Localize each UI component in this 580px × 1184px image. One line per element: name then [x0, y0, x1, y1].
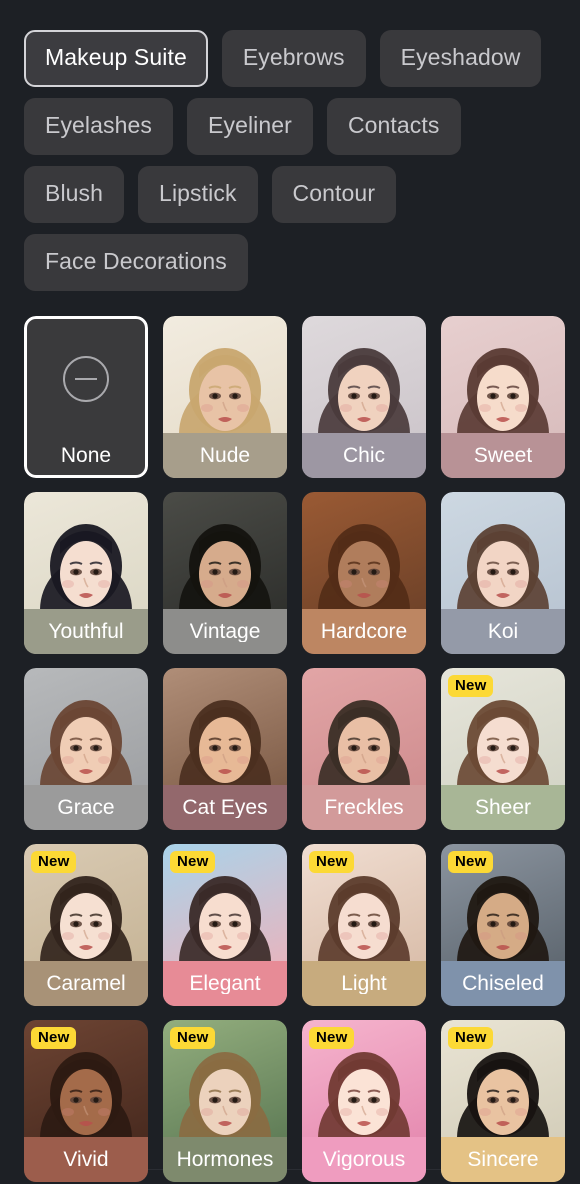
preset-label: Chiseled [462, 973, 544, 994]
preset-label-band: Caramel [24, 961, 148, 1006]
new-badge: New [170, 851, 216, 873]
preset-label-band: Hardcore [302, 609, 426, 654]
preset-label-band: Sincere [441, 1137, 565, 1182]
preset-label-band: Hormones [163, 1137, 287, 1182]
preset-label-band: Vivid [24, 1137, 148, 1182]
preset-tile-youthful[interactable]: Youthful [24, 492, 148, 654]
category-row: Face Decorations [24, 234, 556, 291]
preset-label: Caramel [46, 973, 126, 994]
preset-tile-cat-eyes[interactable]: Cat Eyes [163, 668, 287, 830]
category-row: Makeup Suite Eyebrows Eyeshadow [24, 30, 556, 87]
preset-label: Hormones [176, 1149, 274, 1170]
preset-label: Sincere [467, 1149, 539, 1170]
preset-tile-none[interactable]: None [24, 316, 148, 478]
category-tab-bar: Makeup Suite Eyebrows Eyeshadow Eyelashes Ey… [0, 0, 580, 291]
category-row: Eyelashes Eyeliner Contacts [24, 98, 556, 155]
preset-tile-koi[interactable]: Koi [441, 492, 565, 654]
category-tab-blush[interactable]: Blush [24, 166, 125, 223]
preset-label-band: Grace [24, 785, 148, 830]
preset-label-band: Elegant [163, 961, 287, 1006]
preset-tile-light[interactable]: New Light [302, 844, 426, 1006]
preset-tile-sheer[interactable]: New Sheer [441, 668, 565, 830]
category-row: Blush Lipstick Contour [24, 166, 556, 223]
preset-label-band: Koi [441, 609, 565, 654]
preset-label-band: Freckles [302, 785, 426, 830]
preset-tile-sweet[interactable]: Sweet [441, 316, 565, 478]
preset-label-band: Vintage [163, 609, 287, 654]
preset-label-band: Nude [163, 433, 287, 478]
preset-label-band: Vigorous [302, 1137, 426, 1182]
category-tab-eyeliner[interactable]: Eyeliner [187, 98, 313, 155]
preset-tile-freckles[interactable]: Freckles [302, 668, 426, 830]
preset-label-band: Sheer [441, 785, 565, 830]
new-badge: New [170, 1027, 216, 1049]
preset-label: Vintage [189, 621, 261, 642]
preset-label: Hardcore [320, 621, 408, 642]
preset-tile-grace[interactable]: Grace [24, 668, 148, 830]
preset-label: Vigorous [322, 1149, 406, 1170]
preset-label-band: Youthful [24, 609, 148, 654]
preset-label: Sweet [473, 445, 533, 466]
preset-label: Sheer [474, 797, 532, 818]
preset-label-band: Cat Eyes [163, 785, 287, 830]
category-tab-contacts[interactable]: Contacts [326, 98, 461, 155]
preset-tile-vintage[interactable]: Vintage [163, 492, 287, 654]
preset-tile-chiseled[interactable]: New Chiseled [441, 844, 565, 1006]
category-tab-makeup-suite[interactable]: Makeup Suite [24, 30, 208, 87]
new-badge: New [309, 1027, 355, 1049]
new-badge: New [448, 851, 494, 873]
preset-label: Nude [199, 445, 251, 466]
preset-tile-chic[interactable]: Chic [302, 316, 426, 478]
preset-tile-hardcore[interactable]: Hardcore [302, 492, 426, 654]
preset-tile-nude[interactable]: Nude [163, 316, 287, 478]
preset-tile-hormones[interactable]: New Hormones [163, 1020, 287, 1182]
preset-grid: None Nude Chic Sweet Youthful Vintage Ha… [0, 316, 580, 1182]
makeup-suite-panel: Makeup Suite Eyebrows Eyeshadow Eyelashes Ey… [0, 0, 580, 1184]
minus-circle-icon [63, 356, 109, 402]
preset-label: Koi [487, 621, 519, 642]
preset-label-band: Chic [302, 433, 426, 478]
category-tab-eyebrows[interactable]: Eyebrows [221, 30, 366, 87]
preset-label-band: None [24, 433, 148, 478]
preset-tile-vivid[interactable]: New Vivid [24, 1020, 148, 1182]
category-tab-eyeshadow[interactable]: Eyeshadow [379, 30, 542, 87]
new-badge: New [31, 851, 77, 873]
preset-label: Vivid [63, 1149, 109, 1170]
preset-tile-vigorous[interactable]: New Vigorous [302, 1020, 426, 1182]
category-tab-contour[interactable]: Contour [271, 166, 397, 223]
new-badge: New [448, 675, 494, 697]
category-tab-lipstick[interactable]: Lipstick [138, 166, 258, 223]
preset-label: Cat Eyes [182, 797, 268, 818]
preset-label-band: Chiseled [441, 961, 565, 1006]
preset-label: None [60, 445, 112, 466]
category-rows: Makeup Suite Eyebrows Eyeshadow Eyelashes Ey… [24, 30, 556, 291]
new-badge: New [448, 1027, 494, 1049]
preset-label: Grace [57, 797, 115, 818]
preset-label: Elegant [189, 973, 261, 994]
preset-label-band: Sweet [441, 433, 565, 478]
new-badge: New [309, 851, 355, 873]
preset-label: Chic [342, 445, 385, 466]
new-badge: New [31, 1027, 77, 1049]
preset-label: Light [341, 973, 387, 994]
category-tab-face-decorations[interactable]: Face Decorations [24, 234, 248, 291]
category-tab-eyelashes[interactable]: Eyelashes [24, 98, 174, 155]
preset-label-band: Light [302, 961, 426, 1006]
preset-tile-sincere[interactable]: New Sincere [441, 1020, 565, 1182]
preset-label: Freckles [324, 797, 404, 818]
preset-label: Youthful [48, 621, 124, 642]
preset-tile-caramel[interactable]: New Caramel [24, 844, 148, 1006]
preset-tile-elegant[interactable]: New Elegant [163, 844, 287, 1006]
